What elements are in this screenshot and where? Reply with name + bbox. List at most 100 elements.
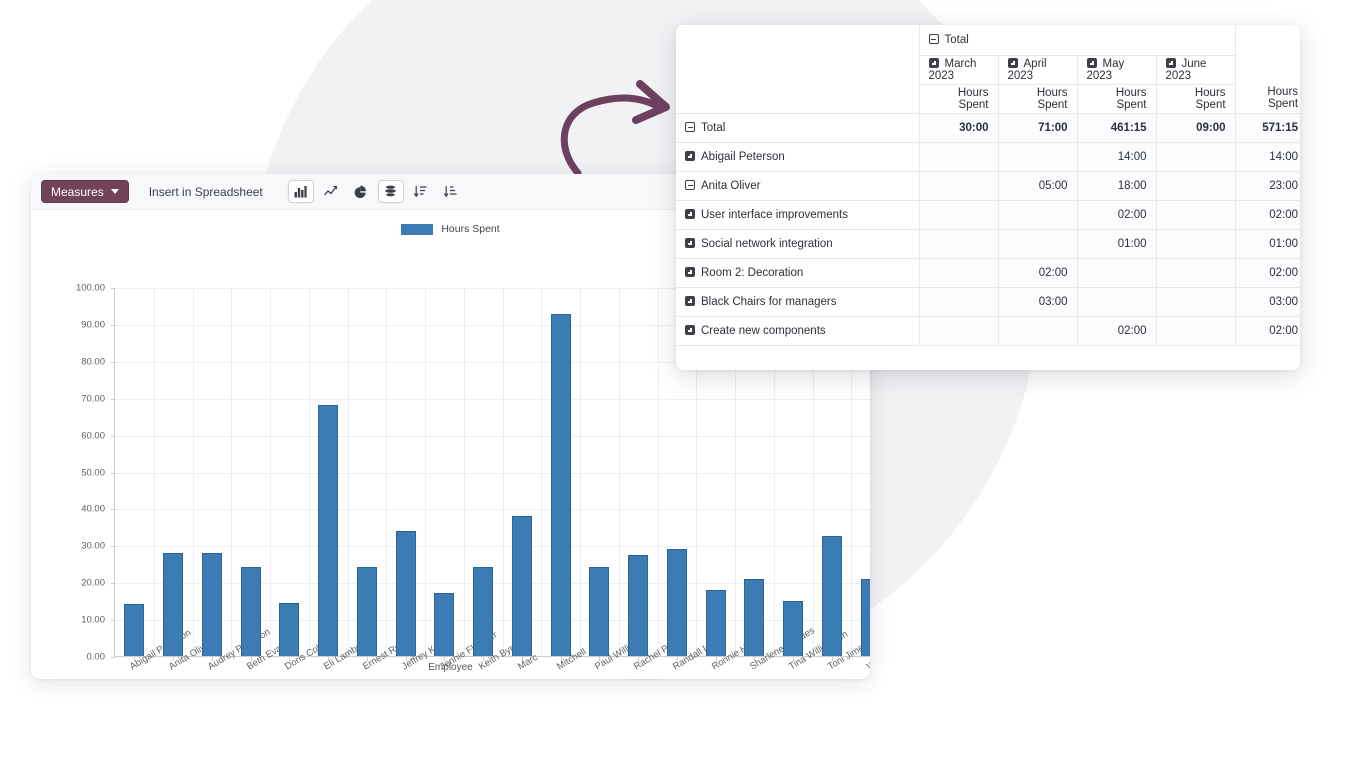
measure-header-march[interactable]: Hours Spent [918, 84, 999, 114]
bar[interactable] [744, 578, 765, 656]
table-cell-value[interactable]: 461:15 [1077, 113, 1157, 143]
table-cell-value[interactable]: 30:00 [918, 113, 999, 143]
expand-toggle-icon[interactable] [928, 57, 939, 68]
table-cell-value[interactable]: 03:00 [998, 287, 1078, 317]
table-row[interactable]: User interface improvements 02:00 02:00 [676, 200, 1300, 230]
column-header-march[interactable]: March 2023 [918, 55, 999, 85]
pie-chart-icon-button[interactable] [348, 180, 374, 203]
table-cell-value[interactable] [1077, 258, 1157, 288]
table-cell-value[interactable] [1156, 258, 1236, 288]
row-label-cell[interactable]: Abigail Peterson [676, 142, 919, 172]
expand-toggle-icon[interactable] [685, 237, 695, 248]
bar[interactable] [279, 602, 300, 656]
table-row[interactable]: Total 30:00 71:00 461:15 09:00 571:15 [676, 113, 1300, 143]
table-cell-value[interactable] [918, 287, 999, 317]
table-cell-value[interactable] [1156, 200, 1236, 230]
column-header-april[interactable]: April 2023 [998, 55, 1078, 85]
table-cell-value[interactable] [918, 200, 999, 230]
row-label-cell[interactable]: Social network integration [676, 229, 919, 259]
stacked-icon-button[interactable] [377, 180, 404, 203]
table-cell-value[interactable]: 05:00 [998, 171, 1078, 201]
table-cell-value[interactable]: 14:00 [1235, 142, 1300, 172]
expand-toggle-icon[interactable] [1086, 57, 1097, 68]
bar[interactable] [628, 554, 649, 656]
expand-toggle-icon[interactable] [685, 208, 695, 219]
table-cell-value[interactable] [1156, 287, 1236, 317]
bar[interactable] [473, 567, 494, 656]
column-header-may[interactable]: May 2023 [1077, 55, 1157, 85]
table-cell-value[interactable] [998, 229, 1078, 259]
bar[interactable] [356, 567, 377, 656]
row-label-cell[interactable]: Total [676, 113, 919, 143]
bar[interactable] [589, 567, 610, 656]
bar[interactable] [124, 604, 145, 656]
table-cell-value[interactable] [918, 258, 999, 288]
table-cell-value[interactable] [918, 142, 999, 172]
table-cell-value[interactable] [918, 171, 999, 201]
row-label-cell[interactable]: User interface improvements [676, 200, 919, 230]
table-cell-value[interactable]: 03:00 [1235, 287, 1300, 317]
bar[interactable] [783, 600, 804, 656]
table-row[interactable]: Abigail Peterson 14:00 14:00 [676, 142, 1300, 172]
line-chart-icon-button[interactable] [318, 180, 344, 203]
bar[interactable] [550, 313, 571, 656]
column-header-june[interactable]: June 2023 [1156, 55, 1236, 85]
expand-toggle-icon[interactable] [685, 324, 695, 335]
collapse-toggle-icon[interactable] [685, 179, 695, 190]
table-cell-value[interactable]: 23:00 [1235, 171, 1300, 201]
table-row[interactable]: Anita Oliver 05:00 18:00 23:00 [676, 171, 1300, 201]
row-label-cell[interactable]: Create new components [676, 316, 919, 346]
table-row[interactable]: Social network integration 01:00 01:00 [676, 229, 1300, 259]
table-row[interactable]: Room 2: Decoration 02:00 02:00 [676, 258, 1300, 288]
table-cell-value[interactable]: 71:00 [998, 113, 1078, 143]
bar[interactable] [201, 552, 222, 656]
table-cell-value[interactable]: 02:00 [1235, 316, 1300, 346]
table-row[interactable]: Create new components 02:00 02:00 [676, 316, 1300, 346]
row-label-cell[interactable]: Black Chairs for managers [676, 287, 919, 317]
collapse-toggle-icon[interactable] [685, 121, 695, 132]
table-cell-value[interactable] [1156, 316, 1236, 346]
table-cell-value[interactable]: 01:00 [1077, 229, 1157, 259]
table-cell-value[interactable] [998, 200, 1078, 230]
table-cell-value[interactable] [1156, 142, 1236, 172]
bar[interactable] [163, 552, 184, 656]
expand-toggle-icon[interactable] [685, 266, 695, 277]
bar-chart-icon-button[interactable] [287, 180, 314, 203]
sort-descending-icon-button[interactable] [408, 180, 434, 203]
bar[interactable] [666, 549, 687, 656]
table-cell-value[interactable] [1077, 287, 1157, 317]
table-cell-value[interactable]: 01:00 [1235, 229, 1300, 259]
measures-button[interactable]: Measures [41, 180, 129, 203]
bar[interactable] [821, 536, 842, 656]
table-cell-value[interactable]: 02:00 [1077, 316, 1157, 346]
bar[interactable] [705, 589, 726, 656]
table-cell-value[interactable]: 02:00 [1077, 200, 1157, 230]
table-cell-value[interactable] [1156, 229, 1236, 259]
expand-toggle-icon[interactable] [1165, 57, 1176, 68]
measure-header-june[interactable]: Hours Spent [1156, 84, 1236, 114]
bar[interactable] [511, 515, 532, 656]
sort-ascending-icon-button[interactable] [438, 180, 464, 203]
row-label-cell[interactable]: Room 2: Decoration [676, 258, 919, 288]
table-cell-value[interactable]: 09:00 [1156, 113, 1236, 143]
table-cell-value[interactable] [1156, 171, 1236, 201]
table-cell-value[interactable]: 14:00 [1077, 142, 1157, 172]
table-cell-value[interactable] [918, 229, 999, 259]
row-label-cell[interactable]: Anita Oliver [676, 171, 919, 201]
table-cell-value[interactable] [998, 142, 1078, 172]
table-row[interactable]: Black Chairs for managers 03:00 03:00 [676, 287, 1300, 317]
collapse-toggle-icon[interactable] [928, 33, 939, 44]
bar[interactable] [318, 405, 339, 656]
table-cell-value[interactable] [918, 316, 999, 346]
table-cell-value[interactable]: 571:15 [1235, 113, 1300, 143]
total-group-header[interactable]: Total [918, 25, 1236, 56]
expand-toggle-icon[interactable] [685, 295, 695, 306]
measure-header-april[interactable]: Hours Spent [998, 84, 1078, 114]
measure-header-total[interactable]: Hours Spent [1235, 84, 1300, 114]
bar[interactable] [860, 578, 870, 656]
table-cell-value[interactable] [998, 316, 1078, 346]
insert-in-spreadsheet-button[interactable]: Insert in Spreadsheet [138, 180, 274, 203]
expand-toggle-icon[interactable] [1007, 57, 1018, 68]
bar[interactable] [434, 593, 455, 656]
table-cell-value[interactable]: 18:00 [1077, 171, 1157, 201]
